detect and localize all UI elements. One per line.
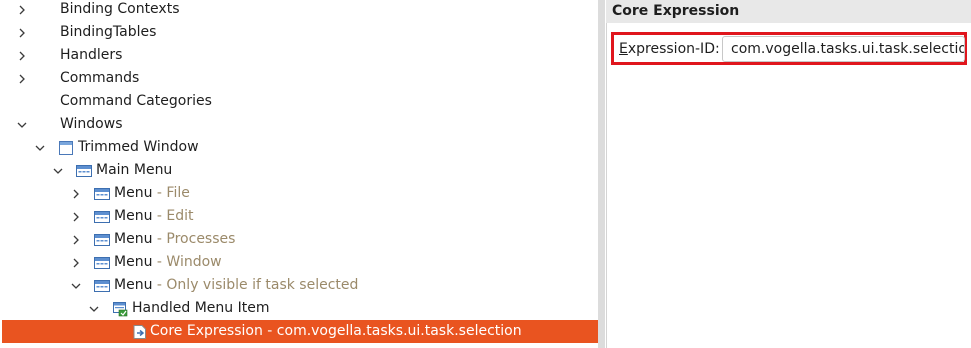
tree-item-handled-menu-item[interactable]: Handled Menu Item	[0, 297, 600, 320]
menu-icon	[94, 232, 110, 248]
tree-item-label: Commands	[60, 67, 139, 90]
tree-item-core-expression-com-vogella-tasks-ui-task-selection[interactable]: Core Expression - com.vogella.tasks.ui.t…	[2, 320, 602, 343]
tree-item-primary-text: Trimmed Window	[78, 139, 199, 155]
model-tree[interactable]: Binding Contexts BindingTables Handlers Com…	[0, 0, 602, 348]
chevron-right-icon[interactable]	[14, 67, 30, 90]
tree-item-label: Menu - Edit	[114, 205, 194, 228]
tree-item-label: Main Menu	[96, 159, 172, 182]
expression-id-input[interactable]	[722, 36, 965, 62]
tree-scrollbar[interactable]	[598, 0, 605, 348]
tree-item-label: Windows	[60, 113, 123, 136]
chevron-right-icon[interactable]	[14, 44, 30, 67]
tree-item-trimmed-window[interactable]: Trimmed Window	[0, 136, 600, 159]
menu-icon	[94, 209, 110, 225]
tree-item-menu-edit[interactable]: Menu - Edit	[0, 205, 600, 228]
tree-item-primary-text: Core Expression - com.vogella.tasks.ui.t…	[150, 323, 522, 339]
chevron-right-icon[interactable]	[68, 251, 84, 274]
tree-item-command-categories[interactable]: Command Categories	[0, 90, 600, 113]
tree-item-primary-text: Menu	[114, 254, 153, 270]
chevron-right-icon[interactable]	[68, 228, 84, 251]
tree-item-primary-text: Commands	[60, 70, 140, 86]
tree-item-main-menu[interactable]: Main Menu	[0, 159, 600, 182]
handled-menu-item-icon	[112, 301, 128, 317]
tree-item-label: Binding Contexts	[60, 0, 180, 21]
tree-item-primary-text: Menu	[114, 231, 153, 247]
tree-item-menu-only-visible-if-task-selected[interactable]: Menu - Only visible if task selected	[0, 274, 600, 297]
tree-item-commands[interactable]: Commands	[0, 67, 600, 90]
tree-item-primary-text: Menu	[114, 185, 153, 201]
tree-item-primary-text: Handled Menu Item	[132, 300, 270, 316]
menu-icon	[94, 186, 110, 202]
chevron-right-icon[interactable]	[14, 21, 30, 44]
chevron-right-icon[interactable]	[14, 0, 30, 21]
expression-id-label: Expression-ID:	[619, 39, 720, 59]
tree-item-secondary-text: - Processes	[152, 231, 236, 247]
detail-header: Core Expression	[606, 0, 971, 23]
tree-item-primary-text: Handlers	[60, 47, 123, 63]
tree-item-label: Menu - Only visible if task selected	[114, 274, 358, 297]
tree-scrollbar-thumb[interactable]	[598, 0, 605, 348]
tree-item-menu-window[interactable]: Menu - Window	[0, 251, 600, 274]
tree-item-primary-text: Menu	[114, 208, 153, 224]
tree-item-primary-text: Binding Contexts	[60, 1, 180, 17]
chevron-down-icon[interactable]	[86, 297, 102, 320]
tree-item-secondary-text: - Window	[152, 254, 222, 270]
tree-item-secondary-text: - File	[152, 185, 190, 201]
tree-item-label: Handlers	[60, 44, 122, 67]
tree-item-primary-text: Menu	[114, 277, 153, 293]
tree-item-label: Trimmed Window	[78, 136, 199, 159]
tree-item-menu-file[interactable]: Menu - File	[0, 182, 600, 205]
tree-item-bindingtables[interactable]: BindingTables	[0, 21, 600, 44]
core-expression-icon	[132, 324, 148, 340]
panel-divider	[606, 0, 607, 348]
tree-item-label: Menu - Window	[114, 251, 222, 274]
tree-item-menu-processes[interactable]: Menu - Processes	[0, 228, 600, 251]
tree-item-windows[interactable]: Windows	[0, 113, 600, 136]
tree-item-handlers[interactable]: Handlers	[0, 44, 600, 67]
tree-item-label: Command Categories	[60, 90, 212, 113]
tree-item-secondary-text: - Only visible if task selected	[152, 277, 359, 293]
chevron-right-icon[interactable]	[68, 182, 84, 205]
tree-item-label: Menu - Processes	[114, 228, 235, 251]
chevron-right-icon[interactable]	[68, 205, 84, 228]
tree-item-label: Menu - File	[114, 182, 190, 205]
detail-panel: Core Expression Expression-ID:	[606, 0, 971, 348]
tree-item-label: Handled Menu Item	[132, 297, 269, 320]
menu-icon	[76, 163, 92, 179]
menu-icon	[94, 278, 110, 294]
tree-item-label: Core Expression - com.vogella.tasks.ui.t…	[150, 320, 522, 343]
tree-item-primary-text: BindingTables	[60, 24, 157, 40]
window-icon	[58, 140, 74, 156]
expression-id-mnemonic: E	[619, 41, 628, 57]
tree-item-secondary-text: - Edit	[152, 208, 194, 224]
tree-item-label: BindingTables	[60, 21, 156, 44]
chevron-down-icon[interactable]	[14, 113, 30, 136]
chevron-down-icon[interactable]	[68, 274, 84, 297]
tree-item-primary-text: Windows	[60, 116, 123, 132]
chevron-down-icon[interactable]	[50, 159, 66, 182]
chevron-down-icon[interactable]	[32, 136, 48, 159]
tree-item-binding-contexts[interactable]: Binding Contexts	[0, 0, 600, 21]
expression-id-label-rest: xpression-ID:	[627, 41, 720, 57]
menu-icon	[94, 255, 110, 271]
tree-item-primary-text: Command Categories	[60, 93, 212, 109]
tree-item-primary-text: Main Menu	[96, 162, 173, 178]
